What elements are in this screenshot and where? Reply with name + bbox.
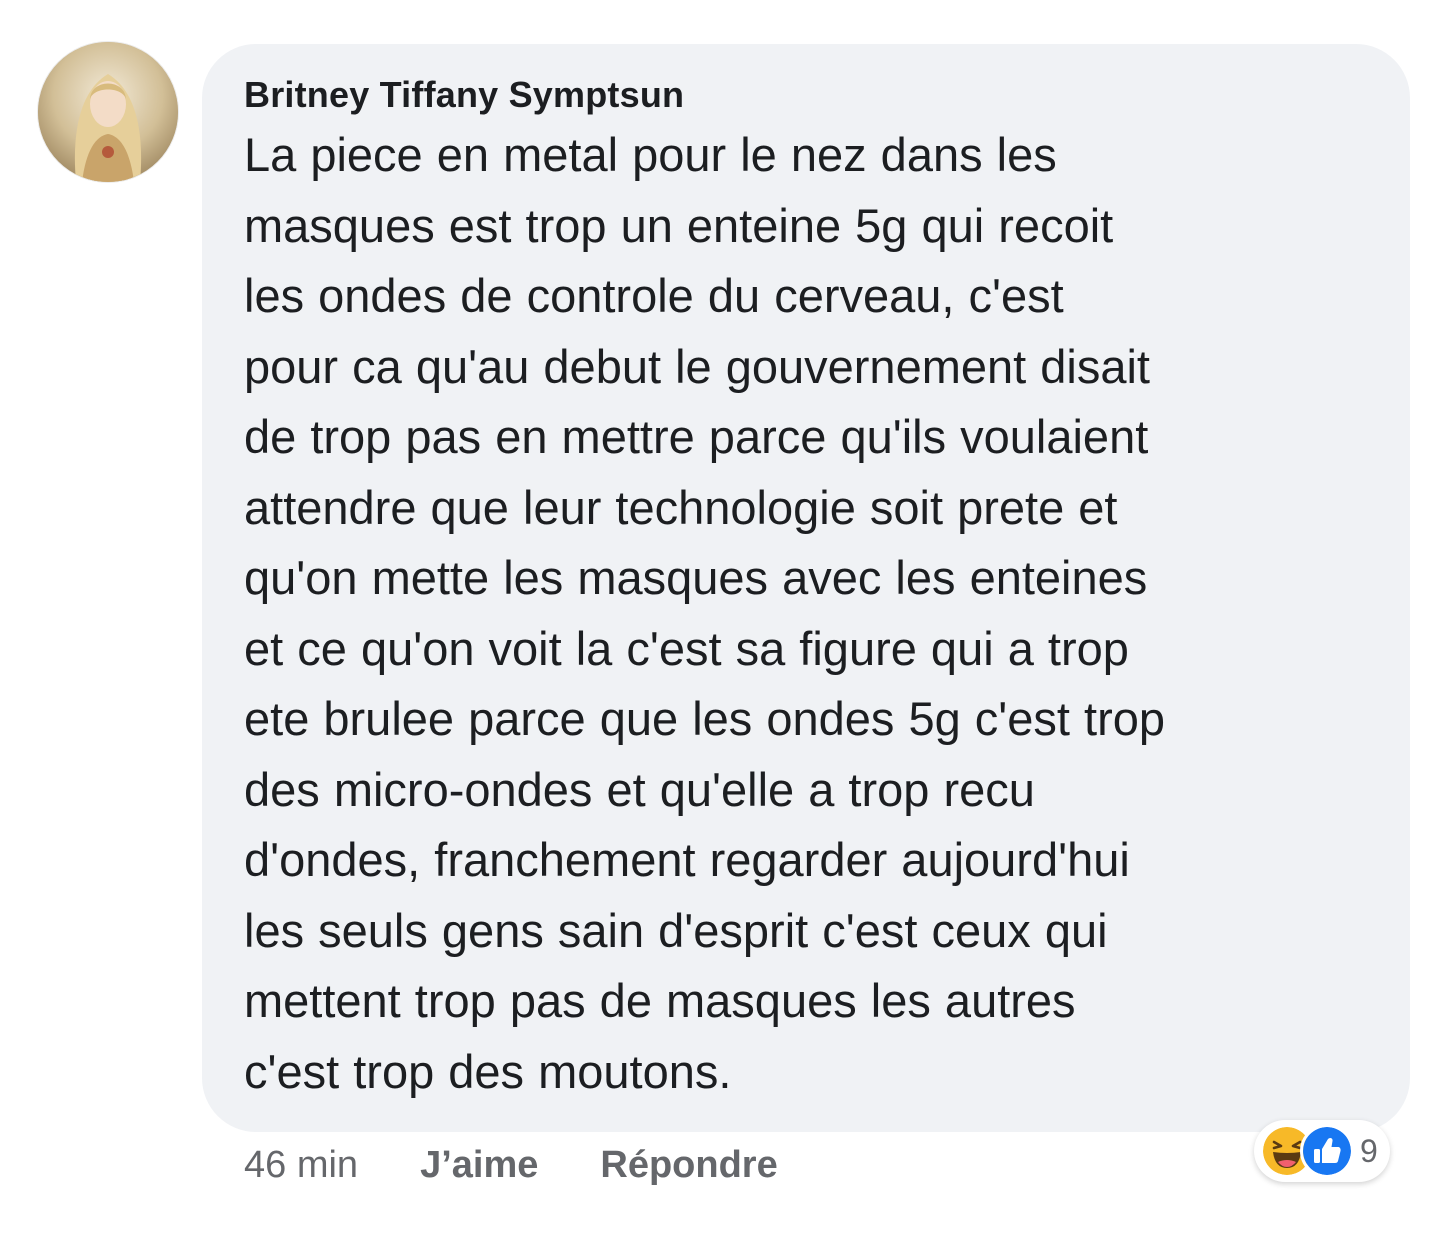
reaction-count: 9: [1360, 1132, 1378, 1169]
comment-timestamp[interactable]: 46 min: [244, 1144, 358, 1187]
like-reaction-icon: [1300, 1124, 1354, 1178]
comment-actions: 46 min J’aime Répondre: [244, 1142, 778, 1188]
reply-button[interactable]: Répondre: [600, 1144, 777, 1187]
profile-avatar-image: [38, 42, 178, 182]
avatar[interactable]: [38, 42, 178, 182]
comment-bubble: Britney Tiffany Symptsun La piece en met…: [202, 44, 1410, 1132]
comment-text: La piece en metal pour le nez dans les m…: [244, 128, 1166, 1098]
reaction-summary[interactable]: 9: [1254, 1120, 1390, 1182]
comment-author[interactable]: Britney Tiffany Symptsun: [244, 72, 1370, 118]
like-button[interactable]: J’aime: [420, 1144, 538, 1187]
